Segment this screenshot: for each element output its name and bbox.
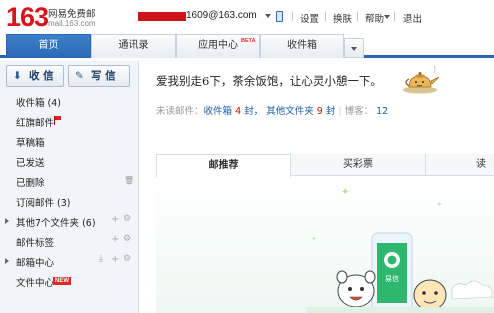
more-tabs-button[interactable] <box>344 38 364 58</box>
other-folders-link[interactable]: 其他文件夹 <box>266 106 314 117</box>
recommend-tab-bar: 邮推荐 买彩票 读书 <box>156 154 494 191</box>
sidebar-item-label: 已删除 <box>16 178 45 189</box>
promo-banner[interactable]: ✦ ✦ ✦ 易信 <box>156 177 494 313</box>
sidebar-item-other-folders[interactable]: 其他7个文件夹 (6) + ⚙ <box>0 212 139 232</box>
tab-reading[interactable]: 读书 <box>426 154 494 191</box>
mail-window: 163 网易免费邮 mail.163.com 1609@163.com | 设置… <box>0 0 494 313</box>
settings-link[interactable]: 设置 <box>300 11 319 25</box>
sidebar-item-mailbox-center[interactable]: 邮箱中心 ⤓ + ⚙ <box>0 252 139 272</box>
trash-icon[interactable]: 🗑 <box>124 176 134 185</box>
logo-number[interactable]: 163 <box>6 2 49 32</box>
sidebar-item-label: 红旗邮件 <box>16 118 55 129</box>
other-folders-unread-count[interactable]: 9 <box>317 106 323 117</box>
logo-domain: mail.163.com <box>48 19 96 28</box>
add-icon[interactable]: + <box>111 254 119 265</box>
sidebar-item-inbox[interactable]: 收件箱 (4) <box>0 92 139 112</box>
compose-button[interactable]: ✎ 写 信 <box>68 65 130 87</box>
tab-inbox[interactable]: 收件箱 <box>260 34 344 58</box>
mobile-phone-icon[interactable] <box>276 11 283 22</box>
account-email[interactable]: 1609@163.com <box>186 10 257 21</box>
download-icon: ⬇ <box>13 70 22 82</box>
sidebar-item-subscriptions[interactable]: 订阅邮件 (3) <box>0 192 139 212</box>
app-label: 易信 <box>385 274 399 283</box>
compose-label: 写 信 <box>91 70 116 82</box>
header-separator: | <box>291 11 295 22</box>
tab-home[interactable]: 首页 <box>6 34 91 58</box>
sidebar-item-drafts[interactable]: 草稿箱 <box>0 132 139 152</box>
inbox-unread-count[interactable]: 4 <box>235 106 241 117</box>
folder-sidebar: ⬇ 收 信 ✎ 写 信 收件箱 (4) 红旗邮件 草稿箱 已发送 已删除 🗑 订… <box>0 61 139 313</box>
mail-stats: 未读邮件：收件箱 4 封， 其他文件夹 9 封 | 博客： 12 <box>156 103 388 117</box>
account-chevron-down-icon[interactable] <box>265 14 271 18</box>
gear-icon[interactable]: ⚙ <box>123 234 131 244</box>
help-link[interactable]: 帮助 <box>365 11 384 25</box>
sidebar-item-label: 邮件标签 <box>16 238 55 249</box>
receive-mail-button[interactable]: ⬇ 收 信 <box>6 65 64 87</box>
receive-mail-label: 收 信 <box>29 70 54 82</box>
add-folder-icon[interactable]: + <box>111 214 119 225</box>
compose-icon: ✎ <box>75 70 84 82</box>
stats-separator: | <box>338 106 342 117</box>
beta-badge: BETA <box>241 38 256 44</box>
sidebar-item-label: 订阅邮件 (3) <box>16 198 71 209</box>
sidebar-item-label: 文件中心 <box>16 278 55 289</box>
sidebar-item-label: 其他7个文件夹 (6) <box>16 218 96 229</box>
logo-name[interactable]: 网易免费邮 <box>48 6 96 20</box>
sidebar-item-deleted[interactable]: 已删除 🗑 <box>0 172 139 192</box>
redacted-username <box>138 12 186 21</box>
add-tag-icon[interactable]: + <box>111 234 119 245</box>
teapot-illustration <box>403 65 440 94</box>
gear-icon[interactable]: ⚙ <box>123 254 131 264</box>
chevron-down-icon <box>351 47 357 51</box>
sidebar-item-label: 草稿箱 <box>16 138 45 149</box>
logout-link[interactable]: 退出 <box>403 11 422 25</box>
sidebar-item-label: 邮箱中心 <box>16 258 55 269</box>
sidebar-item-file-center[interactable]: 文件中心 NEW <box>0 272 139 292</box>
tab-mail-recommend[interactable]: 邮推荐 <box>156 154 291 177</box>
sidebar-item-label: 已发送 <box>16 158 45 169</box>
gear-icon[interactable]: ⚙ <box>123 214 131 224</box>
greeting-text: 爱我别走6下，茶余饭饱，让心灵小憩一下。 <box>156 74 382 88</box>
svg-text:✦: ✦ <box>311 235 317 243</box>
sidebar-item-sent[interactable]: 已发送 <box>0 152 139 172</box>
sidebar-item-flagged[interactable]: 红旗邮件 <box>0 112 139 132</box>
expand-arrow-icon[interactable] <box>5 218 9 224</box>
header-separator: | <box>356 11 360 22</box>
sidebar-item-tags[interactable]: 邮件标签 + ⚙ <box>0 232 139 252</box>
sidebar-item-label: 收件箱 (4) <box>16 98 61 109</box>
help-chevron-down-icon[interactable] <box>384 15 390 19</box>
header-separator: | <box>393 11 397 22</box>
expand-arrow-icon[interactable] <box>5 258 9 264</box>
blog-count-link[interactable]: 12 <box>376 106 388 117</box>
tab-contacts[interactable]: 通讯录 <box>91 34 176 58</box>
tab-lottery[interactable]: 买彩票 <box>291 154 426 176</box>
header-separator: | <box>324 11 328 22</box>
skin-link[interactable]: 换肤 <box>333 11 352 25</box>
unit-label: 封 <box>325 106 336 117</box>
blog-label: 博客： <box>344 106 374 117</box>
download-icon[interactable]: ⤓ <box>99 254 103 264</box>
new-badge: NEW <box>53 277 71 285</box>
red-flag-icon <box>54 116 62 125</box>
inbox-count-link[interactable]: 收件箱 <box>204 106 233 117</box>
yixin-promo-illustration: ✦ ✦ ✦ 易信 <box>306 187 494 313</box>
home-content: 爱我别走6下，茶余饭饱，让心灵小憩一下。 未读邮件：收件箱 4 封， 其他文件夹… <box>140 61 494 313</box>
svg-text:✦: ✦ <box>341 187 349 198</box>
unit-label: 封， <box>244 106 264 117</box>
unread-label: 未读邮件： <box>156 106 204 117</box>
top-header: 163 网易免费邮 mail.163.com 1609@163.com | 设置… <box>0 0 494 34</box>
svg-text:✦: ✦ <box>436 200 443 209</box>
